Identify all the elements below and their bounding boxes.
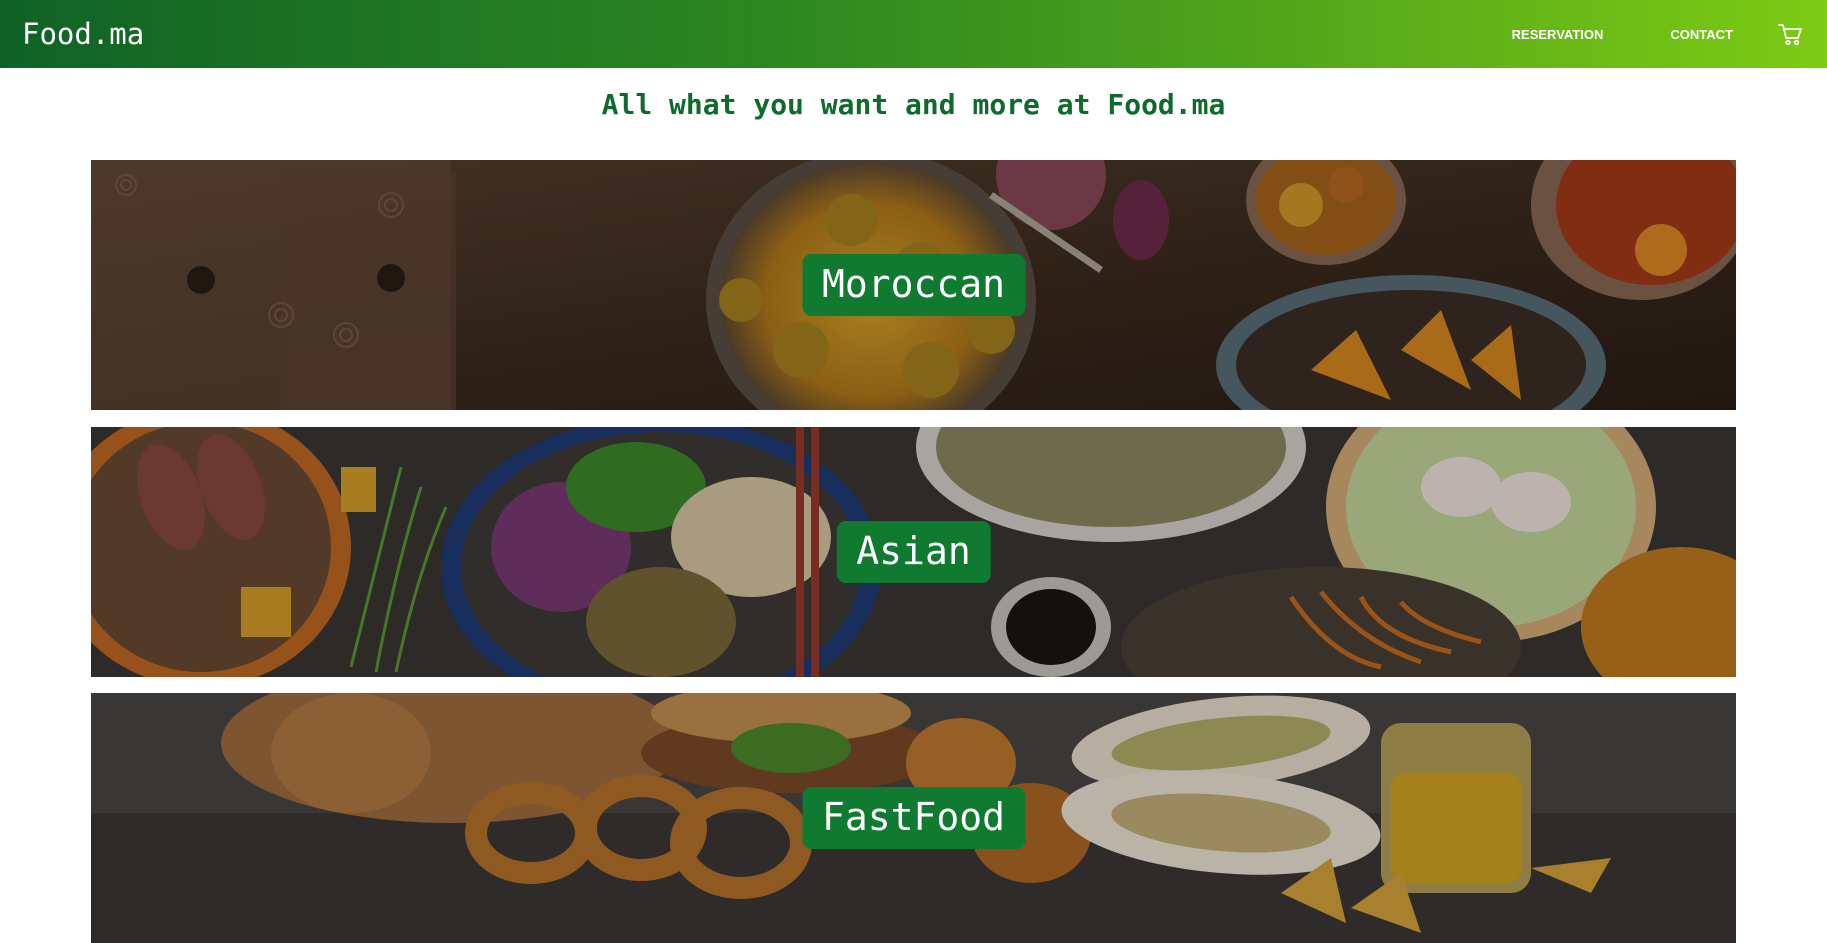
cart-icon[interactable]	[1777, 21, 1803, 47]
category-label-moroccan[interactable]: Moroccan	[801, 254, 1026, 316]
page-tagline: All what you want and more at Food.ma	[601, 88, 1226, 121]
category-card-moroccan[interactable]: Moroccan	[91, 160, 1736, 410]
category-label-asian[interactable]: Asian	[836, 521, 991, 583]
category-label-fastfood[interactable]: FastFood	[801, 787, 1026, 849]
brand-logo[interactable]: Food.ma	[22, 17, 144, 51]
category-card-asian[interactable]: Asian	[91, 427, 1736, 677]
top-navbar: Food.ma RESERVATION CONTACT	[0, 0, 1827, 68]
nav-contact-link[interactable]: CONTACT	[1670, 27, 1733, 42]
nav-links: RESERVATION CONTACT	[1512, 21, 1803, 47]
nav-reservation-link[interactable]: RESERVATION	[1512, 27, 1604, 42]
category-card-fastfood[interactable]: FastFood	[91, 693, 1736, 943]
